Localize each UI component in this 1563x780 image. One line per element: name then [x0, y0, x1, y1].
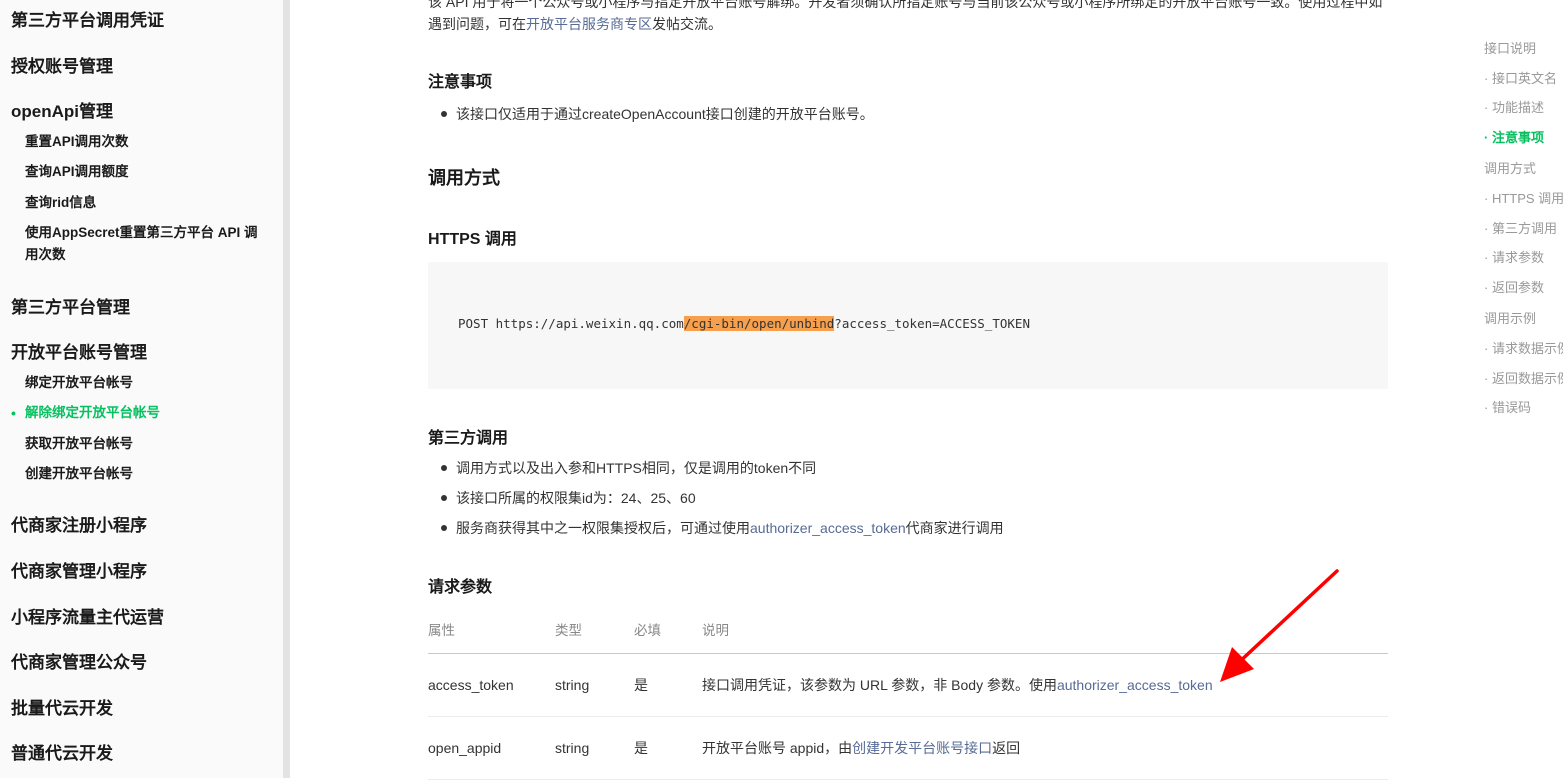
sidebar-section-normal-cloud-dev[interactable]: 普通代云开发: [11, 739, 113, 764]
toc-item-call-method[interactable]: 调用方式: [1484, 160, 1536, 178]
sidebar-section-open-account[interactable]: 开放平台账号管理: [11, 338, 147, 363]
sidebar-item-bind-open-account[interactable]: 绑定开放平台帐号: [25, 372, 270, 394]
toc-item-request-example[interactable]: · 请求数据示例: [1484, 340, 1563, 358]
https-heading: HTTPS 调用: [428, 231, 517, 248]
param-type: string: [555, 740, 590, 756]
endpoint-code: POST https://api.weixin.qq.com/cgi-bin/o…: [458, 316, 1030, 331]
sidebar-section-traffic-operation[interactable]: 小程序流量主代运营: [11, 603, 164, 628]
developer-forum-link[interactable]: 开放平台服务商专区: [526, 16, 652, 32]
sidebar-section-platform-management[interactable]: 第三方平台管理: [11, 293, 130, 318]
notes-list: 该接口仅适用于通过createOpenAccount接口创建的开放平台账号。: [428, 103, 1388, 133]
intro-line-2: 遇到问题，可在开放平台服务商专区发帖交流。: [428, 13, 722, 35]
list-item: 该接口仅适用于通过createOpenAccount接口创建的开放平台账号。: [428, 103, 1388, 133]
sidebar-section-batch-cloud-dev[interactable]: 批量代云开发: [11, 694, 113, 719]
intro-line-1: 该 API 用于将一个公众号或小程序与指定开放平台账号解绑。开发者须确认所指定账…: [428, 0, 1383, 10]
list-item: 调用方式以及出入参和HTTPS相同，仅是调用的token不同: [428, 457, 1388, 487]
desc-text-suffix: 返回: [992, 740, 1021, 756]
sidebar-item-reset-by-appsecret[interactable]: 使用AppSecret重置第三方平台 API 调用次数: [25, 222, 270, 266]
code-suffix: ?access_token=ACCESS_TOKEN: [834, 316, 1030, 331]
param-description: 开放平台账号 appid，由创建开发平台账号接口返回: [702, 717, 1020, 779]
notes-heading: 注意事项: [428, 74, 493, 91]
toc-item-request-params[interactable]: · 请求参数: [1484, 249, 1544, 267]
sidebar-section-openapi[interactable]: openApi管理: [11, 97, 113, 122]
toc-item-error-codes[interactable]: · 错误码: [1484, 399, 1531, 417]
sidebar-section-manage-miniprogram[interactable]: 代商家管理小程序: [11, 557, 147, 582]
toc-item-notes[interactable]: · 注意事项: [1484, 129, 1544, 147]
sidebar-section-manage-official-account[interactable]: 代商家管理公众号: [11, 648, 147, 673]
third-party-heading: 第三方调用: [428, 430, 509, 447]
col-header-type: 类型: [555, 623, 582, 638]
list-item: 服务商获得其中之一权限集授权后，可通过使用authorizer_access_t…: [428, 517, 1388, 547]
code-prefix: POST https://api.weixin.qq.com: [458, 316, 684, 331]
authorizer-token-link[interactable]: authorizer_access_token: [750, 520, 906, 536]
param-name: access_token: [428, 677, 514, 693]
annotation-arrow-icon: [1220, 569, 1339, 682]
sidebar-section-register-miniprogram[interactable]: 代商家注册小程序: [11, 511, 147, 536]
toc-item-https-call[interactable]: · HTTPS 调用: [1484, 190, 1563, 208]
toc-item-response-params[interactable]: · 返回参数: [1484, 279, 1544, 297]
request-params-heading: 请求参数: [428, 579, 493, 596]
col-header-attribute: 属性: [428, 623, 455, 638]
sidebar: 第三方平台调用凭证 授权账号管理 openApi管理 重置API调用次数 查询A…: [0, 0, 283, 778]
call-method-heading: 调用方式: [428, 168, 500, 188]
toc-item-function-description[interactable]: · 功能描述: [1484, 99, 1544, 117]
table-row: open_appid string 是 开放平台账号 appid，由创建开发平台…: [428, 717, 1388, 780]
toc-item-third-party-call[interactable]: · 第三方调用: [1484, 220, 1557, 238]
create-account-api-link[interactable]: 创建开发平台账号接口: [852, 740, 992, 756]
third-party-list: 调用方式以及出入参和HTTPS相同，仅是调用的token不同 该接口所属的权限集…: [428, 457, 1388, 547]
intro-text-suffix: 发帖交流。: [652, 16, 722, 32]
item-text-suffix: 代商家进行调用: [905, 520, 1004, 536]
code-block: POST https://api.weixin.qq.com/cgi-bin/o…: [428, 262, 1388, 389]
sidebar-section-authorized-accounts[interactable]: 授权账号管理: [11, 52, 113, 77]
param-type: string: [555, 677, 590, 693]
intro-text: 遇到问题，可在: [428, 16, 526, 32]
col-header-required: 必填: [634, 623, 661, 638]
sidebar-item-query-rid[interactable]: 查询rid信息: [25, 192, 270, 214]
toc-item-call-example[interactable]: 调用示例: [1484, 310, 1536, 328]
item-text: 服务商获得其中之一权限集授权后，可通过使用: [456, 520, 750, 536]
desc-text: 接口调用凭证，该参数为 URL 参数，非 Body 参数。使用: [702, 677, 1057, 693]
col-header-description: 说明: [702, 623, 729, 638]
sidebar-section-credentials[interactable]: 第三方平台调用凭证: [11, 6, 164, 31]
toc-item-api-description[interactable]: 接口说明: [1484, 40, 1536, 58]
toc-item-response-example[interactable]: · 返回数据示例: [1484, 370, 1563, 388]
sidebar-scrollbar[interactable]: [283, 0, 290, 778]
param-description: 接口调用凭证，该参数为 URL 参数，非 Body 参数。使用authorize…: [702, 654, 1213, 716]
authorizer-token-link[interactable]: authorizer_access_token: [1057, 677, 1213, 693]
sidebar-item-reset-api-quota[interactable]: 重置API调用次数: [25, 131, 270, 153]
sidebar-item-create-open-account[interactable]: 创建开放平台帐号: [25, 463, 270, 485]
param-name: open_appid: [428, 740, 502, 756]
sidebar-item-get-open-account[interactable]: 获取开放平台帐号: [25, 433, 270, 455]
code-highlight-path: /cgi-bin/open/unbind: [683, 316, 835, 331]
list-item: 该接口所属的权限集id为：24、25、60: [428, 487, 1388, 517]
sidebar-item-query-api-quota[interactable]: 查询API调用额度: [25, 161, 270, 183]
sidebar-item-label: 解除绑定开放平台帐号: [25, 405, 160, 420]
toc-item-api-english-name[interactable]: · 接口英文名: [1484, 70, 1557, 88]
param-required: 是: [634, 677, 648, 693]
table-of-contents: 接口说明 · 接口英文名 · 功能描述 · 注意事项 调用方式 · HTTPS …: [1484, 0, 1563, 778]
sidebar-item-unbind-open-account[interactable]: • 解除绑定开放平台帐号: [11, 402, 270, 424]
desc-text: 开放平台账号 appid，由: [702, 740, 853, 756]
param-required: 是: [634, 740, 648, 756]
active-bullet-icon: •: [11, 405, 16, 421]
